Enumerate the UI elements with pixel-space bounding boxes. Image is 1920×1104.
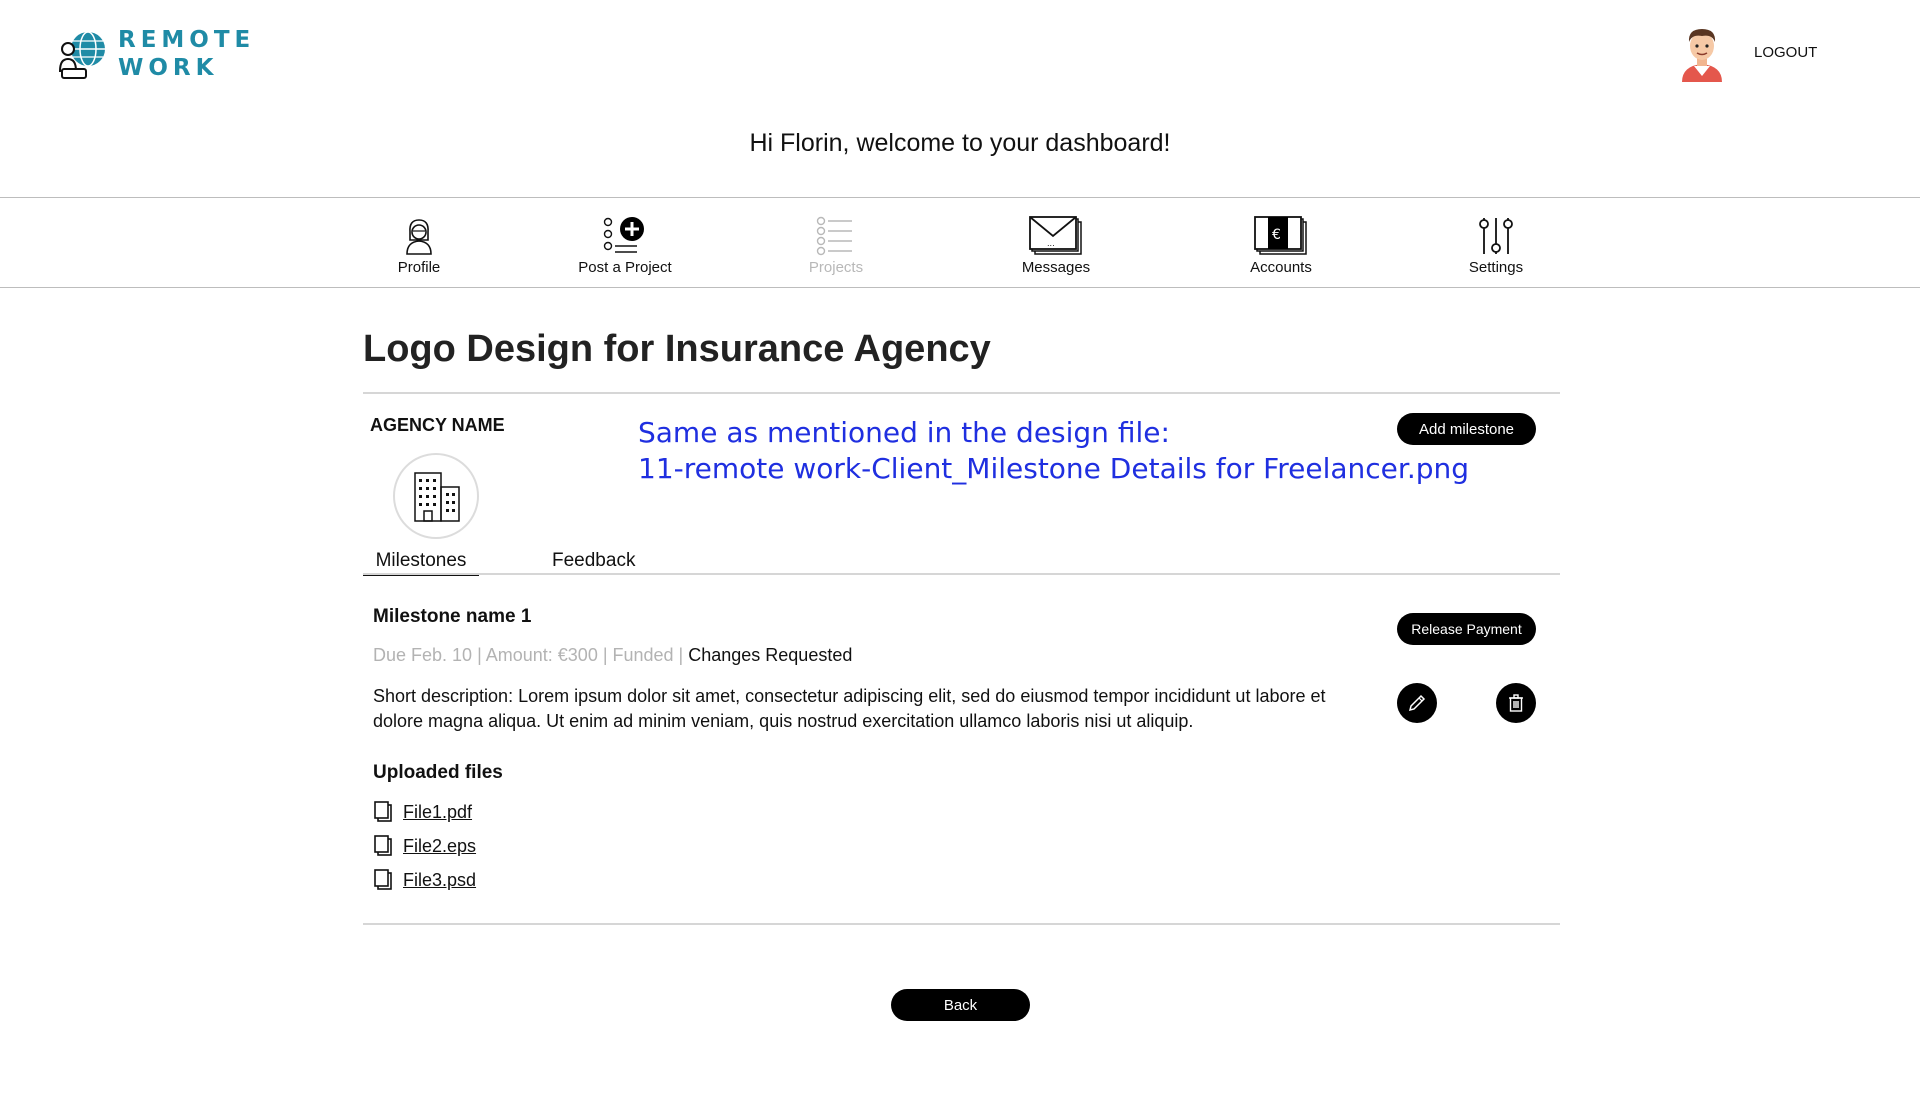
envelope-icon: ... [1029, 216, 1082, 255]
trash-icon [1509, 694, 1523, 712]
nav-post-project-label: Post a Project [578, 259, 672, 276]
file-icon [374, 835, 392, 856]
tab-feedback[interactable]: Feedback [552, 550, 635, 572]
back-button[interactable]: Back [891, 989, 1030, 1021]
nav-projects-label: Projects [808, 259, 864, 276]
svg-text:...: ... [1047, 239, 1055, 248]
nav-post-project[interactable]: Post a Project [540, 216, 710, 276]
money-icon: € [1254, 216, 1307, 255]
building-icon [414, 472, 460, 522]
file-link[interactable]: File1.pdf [403, 802, 472, 823]
logout-link[interactable]: LOGOUT [1754, 44, 1817, 61]
brand-logo[interactable]: REMOTE WORK [58, 26, 255, 82]
milestone-meta: Due Feb. 10 | Amount: €300 | Funded | Ch… [373, 645, 852, 666]
file-item: File3.psd [373, 869, 476, 891]
globe-person-icon [58, 31, 105, 79]
design-note: Same as mentioned in the design file: 11… [638, 415, 1469, 487]
uploaded-files-title: Uploaded files [373, 762, 503, 783]
checklist-plus-icon [603, 217, 644, 253]
nav-projects[interactable]: Projects [751, 216, 921, 276]
edit-milestone-button[interactable] [1397, 683, 1437, 723]
svg-text:€: € [1272, 227, 1281, 243]
user-icon [406, 219, 432, 255]
bottom-divider [363, 923, 1560, 925]
add-milestone-button[interactable]: Add milestone [1397, 413, 1536, 445]
file-icon [374, 801, 392, 822]
file-item: File1.pdf [373, 801, 472, 823]
design-note-line-1: Same as mentioned in the design file: [638, 416, 1170, 449]
file-link[interactable]: File3.psd [403, 870, 476, 891]
welcome-message: Hi Florin, welcome to your dashboard! [749, 129, 1171, 157]
brand-line-1: REMOTE [118, 27, 256, 53]
brand-line-2: WORK [118, 55, 219, 81]
milestone-name: Milestone name 1 [373, 606, 532, 627]
nav-messages-label: Messages [1021, 259, 1091, 276]
nav-accounts-label: Accounts [1250, 259, 1312, 276]
nav-profile-label: Profile [397, 259, 441, 276]
sliders-icon [1479, 218, 1513, 254]
checklist-icon [816, 216, 852, 256]
nav-accounts[interactable]: € Accounts [1196, 216, 1366, 276]
delete-milestone-button[interactable] [1496, 683, 1536, 723]
page-title: Logo Design for Insurance Agency [363, 328, 991, 370]
milestone-status: Changes Requested [688, 645, 853, 665]
design-note-line-2: 11-remote work-Client_Milestone Details … [638, 452, 1470, 485]
milestone-details: Due Feb. 10 | Amount: €300 | Funded | [373, 645, 689, 665]
main-nav: Profile Post a Project Projects ... Mess… [0, 197, 1920, 288]
file-item: File2.eps [373, 835, 476, 857]
nav-messages[interactable]: ... Messages [971, 216, 1141, 276]
nav-settings[interactable]: Settings [1411, 216, 1581, 276]
nav-profile[interactable]: Profile [334, 216, 504, 276]
nav-settings-label: Settings [1468, 259, 1524, 276]
tabs-divider [363, 573, 1560, 575]
milestone-description: Short description: Lorem ipsum dolor sit… [373, 686, 1326, 731]
pencil-icon [1408, 694, 1426, 712]
divider [363, 392, 1560, 394]
file-link[interactable]: File2.eps [403, 836, 476, 857]
file-icon [374, 869, 392, 890]
agency-avatar [393, 453, 479, 539]
release-payment-button[interactable]: Release Payment [1397, 613, 1536, 645]
user-avatar[interactable] [1676, 24, 1728, 82]
agency-name-label: AGENCY NAME [370, 415, 505, 435]
